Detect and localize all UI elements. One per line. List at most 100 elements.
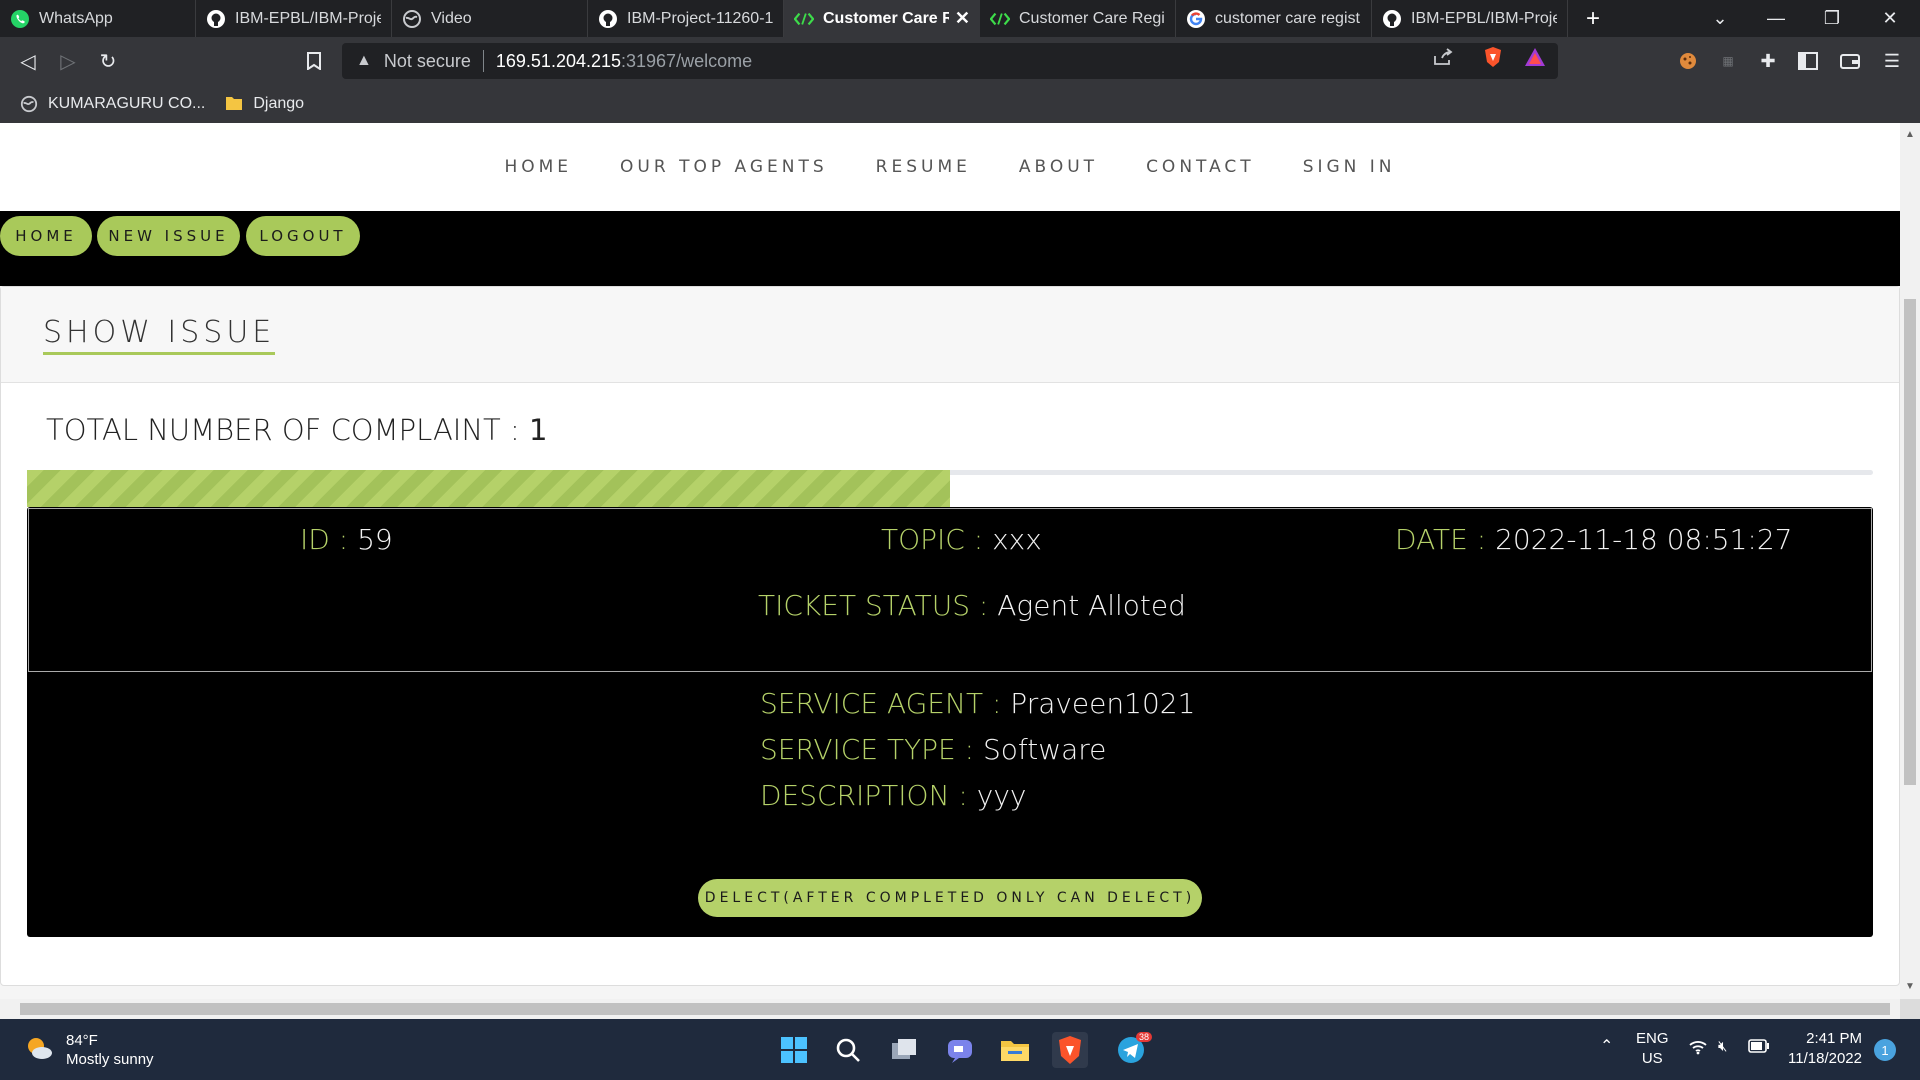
language-code: ENG [1636, 1030, 1669, 1047]
tab-label: customer care registry [1215, 9, 1361, 27]
menu-icon[interactable]: ☰ [1880, 49, 1904, 73]
vertical-scrollbar[interactable]: ▲ ▼ [1900, 123, 1920, 999]
site-top-nav: HOME OUR TOP AGENTS RESUME ABOUT CONTACT… [0, 123, 1900, 211]
tab-search-chevron-icon[interactable]: ⌄ [1692, 0, 1748, 37]
description: DESCRIPTION : yyy [760, 779, 1026, 812]
temperature: 84°F [66, 1032, 98, 1049]
total-value: 1 [528, 413, 548, 447]
total-label: TOTAL NUMBER OF COMPLAINT : [46, 413, 520, 447]
weather-condition: Mostly sunny [66, 1051, 154, 1068]
home-button[interactable]: HOME [0, 216, 92, 256]
search-icon[interactable] [830, 1032, 866, 1068]
notification-count-badge[interactable]: 1 [1874, 1039, 1896, 1061]
scrollbar-corner [1900, 999, 1920, 1019]
region-code: US [1641, 1050, 1663, 1067]
bookmark-kumaraguru[interactable]: KUMARAGURU CO... [20, 95, 205, 113]
url-host: 169.51.204.215 [495, 50, 622, 71]
clock[interactable]: 2:41 PM 11/18/2022 [1788, 1029, 1862, 1069]
logout-button[interactable]: LOGOUT [246, 216, 360, 256]
wallet-icon[interactable] [1838, 49, 1862, 73]
tab-github-2[interactable]: IBM-Project-11260-16 [588, 0, 784, 37]
telegram-icon[interactable]: 38 [1106, 1032, 1156, 1068]
horizontal-scroll-thumb[interactable] [20, 1003, 1890, 1015]
file-explorer-icon[interactable] [997, 1032, 1033, 1068]
tab-google-search[interactable]: customer care registry [1176, 0, 1372, 37]
bookmark-label: KUMARAGURU CO... [48, 95, 206, 112]
desc-value: yyy [976, 779, 1027, 812]
nav-contact[interactable]: CONTACT [1146, 157, 1255, 177]
brave-rewards-icon[interactable] [1524, 46, 1546, 68]
sidebar-icon[interactable] [1796, 49, 1820, 73]
back-icon[interactable]: ◁ [14, 47, 42, 75]
scroll-down-arrow-icon[interactable]: ▼ [1905, 981, 1915, 992]
bookmark-icon[interactable] [300, 47, 328, 75]
nav-home[interactable]: HOME [504, 157, 572, 177]
desc-label: DESCRIPTION : [760, 779, 968, 812]
tab-github-1[interactable]: IBM-EPBL/IBM-Project [196, 0, 392, 37]
nav-about[interactable]: ABOUT [1019, 157, 1098, 177]
restore-icon[interactable]: ❐ [1804, 0, 1860, 37]
input-language[interactable]: ENG US [1636, 1029, 1669, 1069]
topic-value: xxx [992, 523, 1042, 556]
show-hidden-icons-chevron-icon[interactable]: ⌃ [1600, 1037, 1613, 1057]
vertical-scroll-thumb[interactable] [1904, 299, 1916, 785]
tab-label: Customer Care Reg [823, 9, 949, 27]
whatsapp-icon [10, 9, 30, 29]
code-icon [990, 9, 1010, 29]
close-tab-icon[interactable]: ✕ [949, 8, 970, 29]
warning-triangle-icon[interactable]: ▲ [356, 52, 372, 70]
new-tab-plus-icon[interactable]: + [1568, 5, 1618, 33]
teams-chat-icon[interactable] [942, 1032, 978, 1068]
tab-label: IBM-Project-11260-16 [627, 9, 773, 27]
nav-resume[interactable]: RESUME [876, 157, 971, 177]
horizontal-scrollbar[interactable] [0, 999, 1900, 1019]
agent-label: SERVICE AGENT : [760, 687, 1002, 720]
wifi-icon[interactable] [1688, 1039, 1708, 1061]
tab-customer-care-2[interactable]: Customer Care Registr [980, 0, 1176, 37]
minimize-icon[interactable]: — [1748, 0, 1804, 37]
github-icon [598, 9, 618, 29]
address-bar[interactable]: ▲ Not secure 169.51.204.215 :31967/welco… [342, 43, 1558, 79]
issue-date: DATE : 2022-11-18 08:51:27 [1395, 523, 1792, 556]
delete-issue-button[interactable]: DELECT(AFTER COMPLETED ONLY CAN DELECT) [698, 879, 1202, 917]
new-issue-button[interactable]: NEW ISSUE [97, 216, 240, 256]
volume-muted-icon[interactable]: 🔇︎ [1718, 1037, 1727, 1057]
nav-top-agents[interactable]: OUR TOP AGENTS [620, 157, 828, 177]
disabled-extension-icon[interactable]: ▦ [1716, 49, 1740, 73]
brave-shield-icon[interactable] [1482, 46, 1504, 68]
battery-icon[interactable] [1748, 1039, 1770, 1059]
tab-label: Customer Care Registr [1019, 9, 1165, 27]
card-header: SHOW ISSUE [1, 287, 1899, 383]
cookie-extension-icon[interactable] [1676, 49, 1700, 73]
id-value: 59 [357, 523, 393, 556]
scroll-up-arrow-icon[interactable]: ▲ [1905, 129, 1915, 140]
share-icon[interactable] [1432, 46, 1454, 68]
close-window-icon[interactable]: ✕ [1862, 0, 1918, 37]
not-secure-label[interactable]: Not secure [384, 51, 471, 72]
total-complaints: TOTAL NUMBER OF COMPLAINT : 1 [46, 413, 547, 447]
page-title: SHOW ISSUE [43, 315, 276, 355]
tab-whatsapp[interactable]: WhatsApp [0, 0, 196, 37]
google-icon [1186, 9, 1206, 29]
topic-label: TOPIC : [881, 523, 984, 556]
bookmark-django[interactable]: Django [225, 95, 304, 113]
tab-video[interactable]: Video [392, 0, 588, 37]
forward-icon[interactable]: ▷ [54, 47, 82, 75]
issue-topic: TOPIC : xxx [881, 523, 1042, 556]
tab-customer-care-active[interactable]: Customer Care Reg ✕ [784, 0, 980, 37]
tab-github-3[interactable]: IBM-EPBL/IBM-Project [1372, 0, 1568, 37]
task-view-icon[interactable] [886, 1032, 922, 1068]
extensions-puzzle-icon[interactable]: ✚ [1756, 49, 1780, 73]
reload-icon[interactable]: ↻ [94, 47, 122, 75]
github-icon [206, 9, 226, 29]
tab-strip: WhatsApp IBM-EPBL/IBM-Project Video IBM-… [0, 0, 1920, 37]
weather-widget[interactable]: 84°F Mostly sunny [24, 1031, 154, 1069]
tab-label: IBM-EPBL/IBM-Project [1411, 9, 1557, 27]
start-windows-icon[interactable] [776, 1032, 812, 1068]
tab-label: Video [431, 9, 472, 27]
status-value: Agent Alloted [997, 589, 1186, 622]
nav-sign-in[interactable]: SIGN IN [1303, 157, 1396, 177]
tab-label: IBM-EPBL/IBM-Project [235, 9, 381, 27]
brave-browser-icon[interactable] [1052, 1032, 1088, 1068]
agent-value: Praveen1021 [1010, 687, 1196, 720]
